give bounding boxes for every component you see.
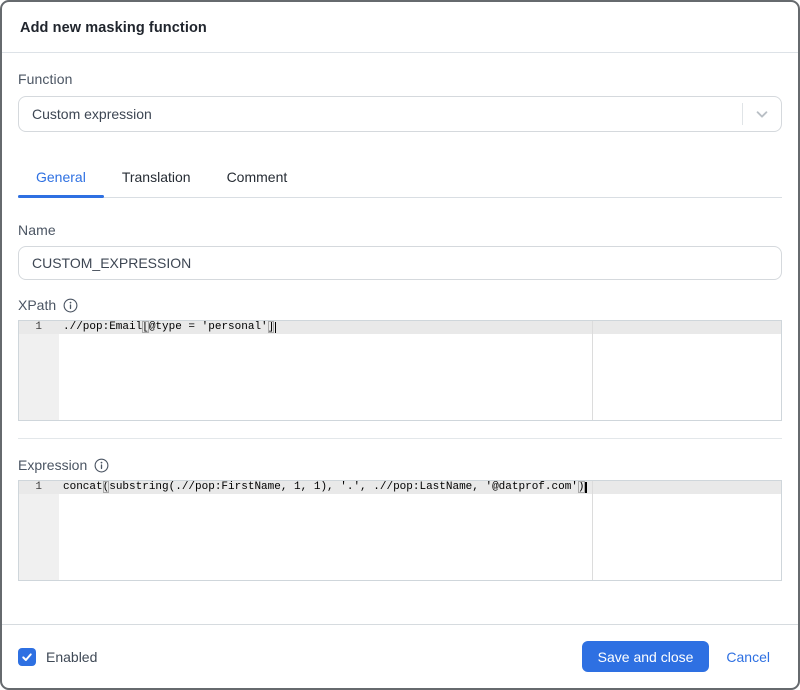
editor-ruler [592, 321, 593, 420]
tab-comment-label: Comment [226, 169, 288, 185]
expression-label: Expression [18, 457, 88, 473]
text-cursor [274, 322, 277, 333]
chevron-down-icon[interactable] [743, 107, 781, 121]
tab-bar: General Translation Comment [18, 159, 782, 198]
xpath-code: .//pop:Email[@type = 'personal'] [63, 321, 275, 333]
xpath-label-row: XPath [18, 297, 782, 313]
dialog-body: Function Custom expression General Trans… [2, 53, 798, 624]
editor-ruler [592, 481, 593, 580]
xpath-code-line[interactable]: 1 .//pop:Email[@type = 'personal'] [19, 321, 781, 334]
cancel-button[interactable]: Cancel [726, 649, 770, 665]
tab-translation[interactable]: Translation [104, 159, 209, 197]
line-number: 1 [35, 321, 42, 333]
expression-code: concat(substring(.//pop:FirstName, 1, 1)… [63, 481, 585, 493]
xpath-label: XPath [18, 297, 57, 313]
tab-comment[interactable]: Comment [209, 159, 306, 197]
info-icon[interactable] [63, 298, 78, 313]
name-label: Name [18, 222, 56, 238]
expression-editor[interactable]: 1 concat(substring(.//pop:FirstName, 1, … [18, 480, 782, 581]
function-label: Function [18, 71, 73, 87]
name-input[interactable] [18, 246, 782, 280]
save-and-close-button[interactable]: Save and close [581, 641, 710, 672]
enabled-label: Enabled [46, 648, 98, 665]
add-masking-function-dialog: Add new masking function Function Custom… [0, 0, 800, 690]
footer-actions: Save and close Cancel [581, 641, 782, 672]
info-icon[interactable] [94, 458, 109, 473]
dialog-header: Add new masking function [2, 2, 798, 52]
editor-gutter [19, 481, 59, 580]
section-divider [18, 438, 782, 439]
expression-label-row: Expression [18, 457, 782, 473]
dialog-title: Add new masking function [20, 20, 207, 36]
line-number: 1 [35, 481, 42, 493]
enabled-checkbox[interactable] [18, 647, 36, 666]
tab-general[interactable]: General [18, 159, 104, 198]
tab-general-label: General [36, 169, 86, 185]
dialog-footer: Enabled Save and close Cancel [2, 624, 798, 688]
editor-gutter [19, 321, 59, 420]
text-cursor [585, 482, 587, 493]
tab-translation-label: Translation [121, 169, 191, 185]
enabled-checkbox-row[interactable]: Enabled [18, 647, 98, 666]
function-select-value: Custom expression [32, 106, 152, 122]
function-select[interactable]: Custom expression [18, 96, 782, 132]
expression-code-line[interactable]: 1 concat(substring(.//pop:FirstName, 1, … [19, 481, 781, 494]
xpath-editor[interactable]: 1 .//pop:Email[@type = 'personal'] [18, 320, 782, 421]
